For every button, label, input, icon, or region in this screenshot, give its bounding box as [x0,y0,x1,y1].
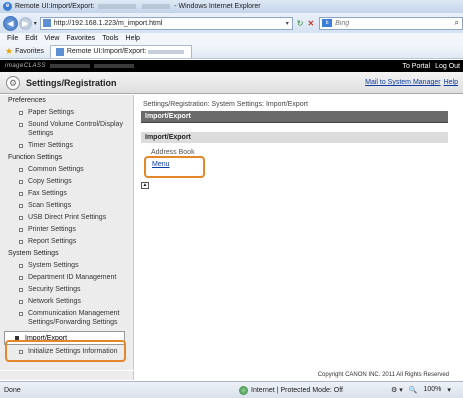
bullet-icon [19,300,23,304]
sidebar-item-fax-settings[interactable]: Fax Settings [0,188,133,200]
search-input[interactable] [335,19,452,27]
sidebar-group-preferences: Preferences [8,97,46,104]
zoom-dropdown-icon[interactable]: ▾ [447,386,451,394]
bullet-icon [19,350,23,354]
bullet-icon [19,264,23,268]
sidebar-item-import-export[interactable]: Import/Export [4,331,125,345]
search-field[interactable]: b ⌕ [319,16,463,30]
sidebar-item-scan-settings[interactable]: Scan Settings [0,200,133,212]
page-header: ⚙ Settings/Registration Mail to System M… [0,72,463,94]
bullet-icon [19,228,23,232]
history-dropdown-icon[interactable]: ▾ [34,20,37,27]
redacted-text [94,64,135,68]
bullet-icon [19,180,23,184]
redacted-text [98,3,137,9]
redacted-text [142,3,171,9]
bullet-icon [19,276,23,280]
bullet-icon [15,336,19,340]
gear-icon: ⚙ [6,75,20,90]
bullet-icon [19,192,23,196]
menu-favorites[interactable]: Favorites [66,35,95,42]
sidebar-item-network-settings[interactable]: Network Settings [0,296,133,308]
product-header: imageCLASS To Portal Log Out [0,60,463,72]
url-text[interactable]: http://192.168.1.223/m_import.html [54,20,283,27]
log-out-link[interactable]: Log Out [435,63,460,70]
sidebar-group-function-settings: Function Settings [8,154,63,161]
zoom-level[interactable]: 100% [423,386,441,394]
bullet-icon [19,111,23,115]
product-name: imageCLASS [5,63,47,69]
sidebar-group-system-settings: System Settings [8,250,59,257]
sidebar-item-system-settings[interactable]: System Settings [0,260,133,272]
main-content: Settings/Registration: System Settings: … [135,95,463,370]
page-icon [55,47,64,56]
menu-link[interactable]: Menu [152,161,170,168]
mail-to-system-manager-link[interactable]: Mail to System Manager [365,79,440,86]
favorites-bar: ★ Favorites Remote UI:Import/Export: [0,44,463,59]
forward-button[interactable]: ▶ [18,16,32,30]
sidebar-footer [0,371,134,380]
ie-logo-icon: e [3,2,12,11]
sidebar-item-security-settings[interactable]: Security Settings [0,284,133,296]
url-dropdown-icon[interactable]: ▾ [283,20,292,27]
address-bar: ◀ ▶ ▾ http://192.168.1.223/m_import.html… [0,13,463,33]
zoom-icon[interactable]: 🔍 [409,386,418,394]
protected-mode-icon[interactable]: ⚙ ▾ [391,386,403,394]
sidebar-item-copy-settings[interactable]: Copy Settings [0,176,133,188]
browser-tab[interactable]: Remote UI:Import/Export: [49,44,193,58]
sidebar-item-timer-settings[interactable]: Timer Settings [0,140,133,152]
sidebar-item-department-id[interactable]: Department ID Management [0,272,133,284]
bullet-icon [19,240,23,244]
sidebar-item-sound-volume[interactable]: Sound Volume Control/Display Settings [0,119,133,140]
menu-tools[interactable]: Tools [102,35,118,42]
url-field[interactable]: http://192.168.1.223/m_import.html ▾ [39,16,293,30]
address-book-link[interactable]: Address Book [151,149,195,156]
back-button[interactable]: ◀ [3,15,18,31]
bullet-icon [19,288,23,292]
bullet-icon [19,144,23,148]
menu-bar: File Edit View Favorites Tools Help [0,33,463,44]
search-icon[interactable]: ⌕ [452,18,462,28]
menu-help[interactable]: Help [126,35,140,42]
menu-file[interactable]: File [7,35,18,42]
favorites-star-icon[interactable]: ★ [5,46,13,57]
tab-title: Remote UI:Import/Export: [66,48,147,55]
bullet-icon [19,123,23,127]
help-link[interactable]: Help [444,79,458,86]
status-bar: Done Internet | Protected Mode: Off ⚙ ▾ … [0,381,463,398]
redacted-text [148,49,185,54]
sidebar-item-report-settings[interactable]: Report Settings [0,236,133,248]
window-title: Remote UI:Import/Export: - Windows Inter… [15,3,261,10]
sidebar-item-paper-settings[interactable]: Paper Settings [0,107,133,119]
bullet-icon [19,204,23,208]
window-titlebar: e Remote UI:Import/Export: - Windows Int… [0,0,463,13]
section-title: Import/Export [141,111,448,123]
back-to-top-icon[interactable]: ▲ [141,182,149,189]
stop-icon[interactable]: ✕ [307,19,314,28]
refresh-icon[interactable]: ↻ [297,19,304,28]
sidebar-item-usb-direct-print[interactable]: USB Direct Print Settings [0,212,133,224]
bing-logo-icon: b [322,19,333,27]
favorites-button[interactable]: Favorites [15,48,44,55]
breadcrumb: Settings/Registration: System Settings: … [143,101,308,108]
sidebar-item-printer-settings[interactable]: Printer Settings [0,224,133,236]
menu-edit[interactable]: Edit [25,35,37,42]
menu-view[interactable]: View [44,35,59,42]
status-text: Done [4,386,21,394]
to-portal-link[interactable]: To Portal [402,63,430,70]
security-zone[interactable]: Internet | Protected Mode: Off [251,387,381,394]
copyright: Copyright CANON INC. 2011 All Rights Res… [317,372,449,378]
page-icon [42,19,51,27]
sidebar-item-initialize-settings[interactable]: Initialize Settings Information [0,346,133,358]
globe-icon [239,385,248,395]
page-title: Settings/Registration [26,77,117,88]
subsection-title: Import/Export [141,132,448,143]
bullet-icon [19,216,23,220]
redacted-text [50,64,91,68]
bullet-icon [19,312,23,316]
bullet-icon [19,168,23,172]
sidebar-item-communication-management[interactable]: Communication Management Settings/Forwar… [0,308,133,329]
sidebar-item-common-settings[interactable]: Common Settings [0,164,133,176]
sidebar: Preferences Paper Settings Sound Volume … [0,95,134,370]
